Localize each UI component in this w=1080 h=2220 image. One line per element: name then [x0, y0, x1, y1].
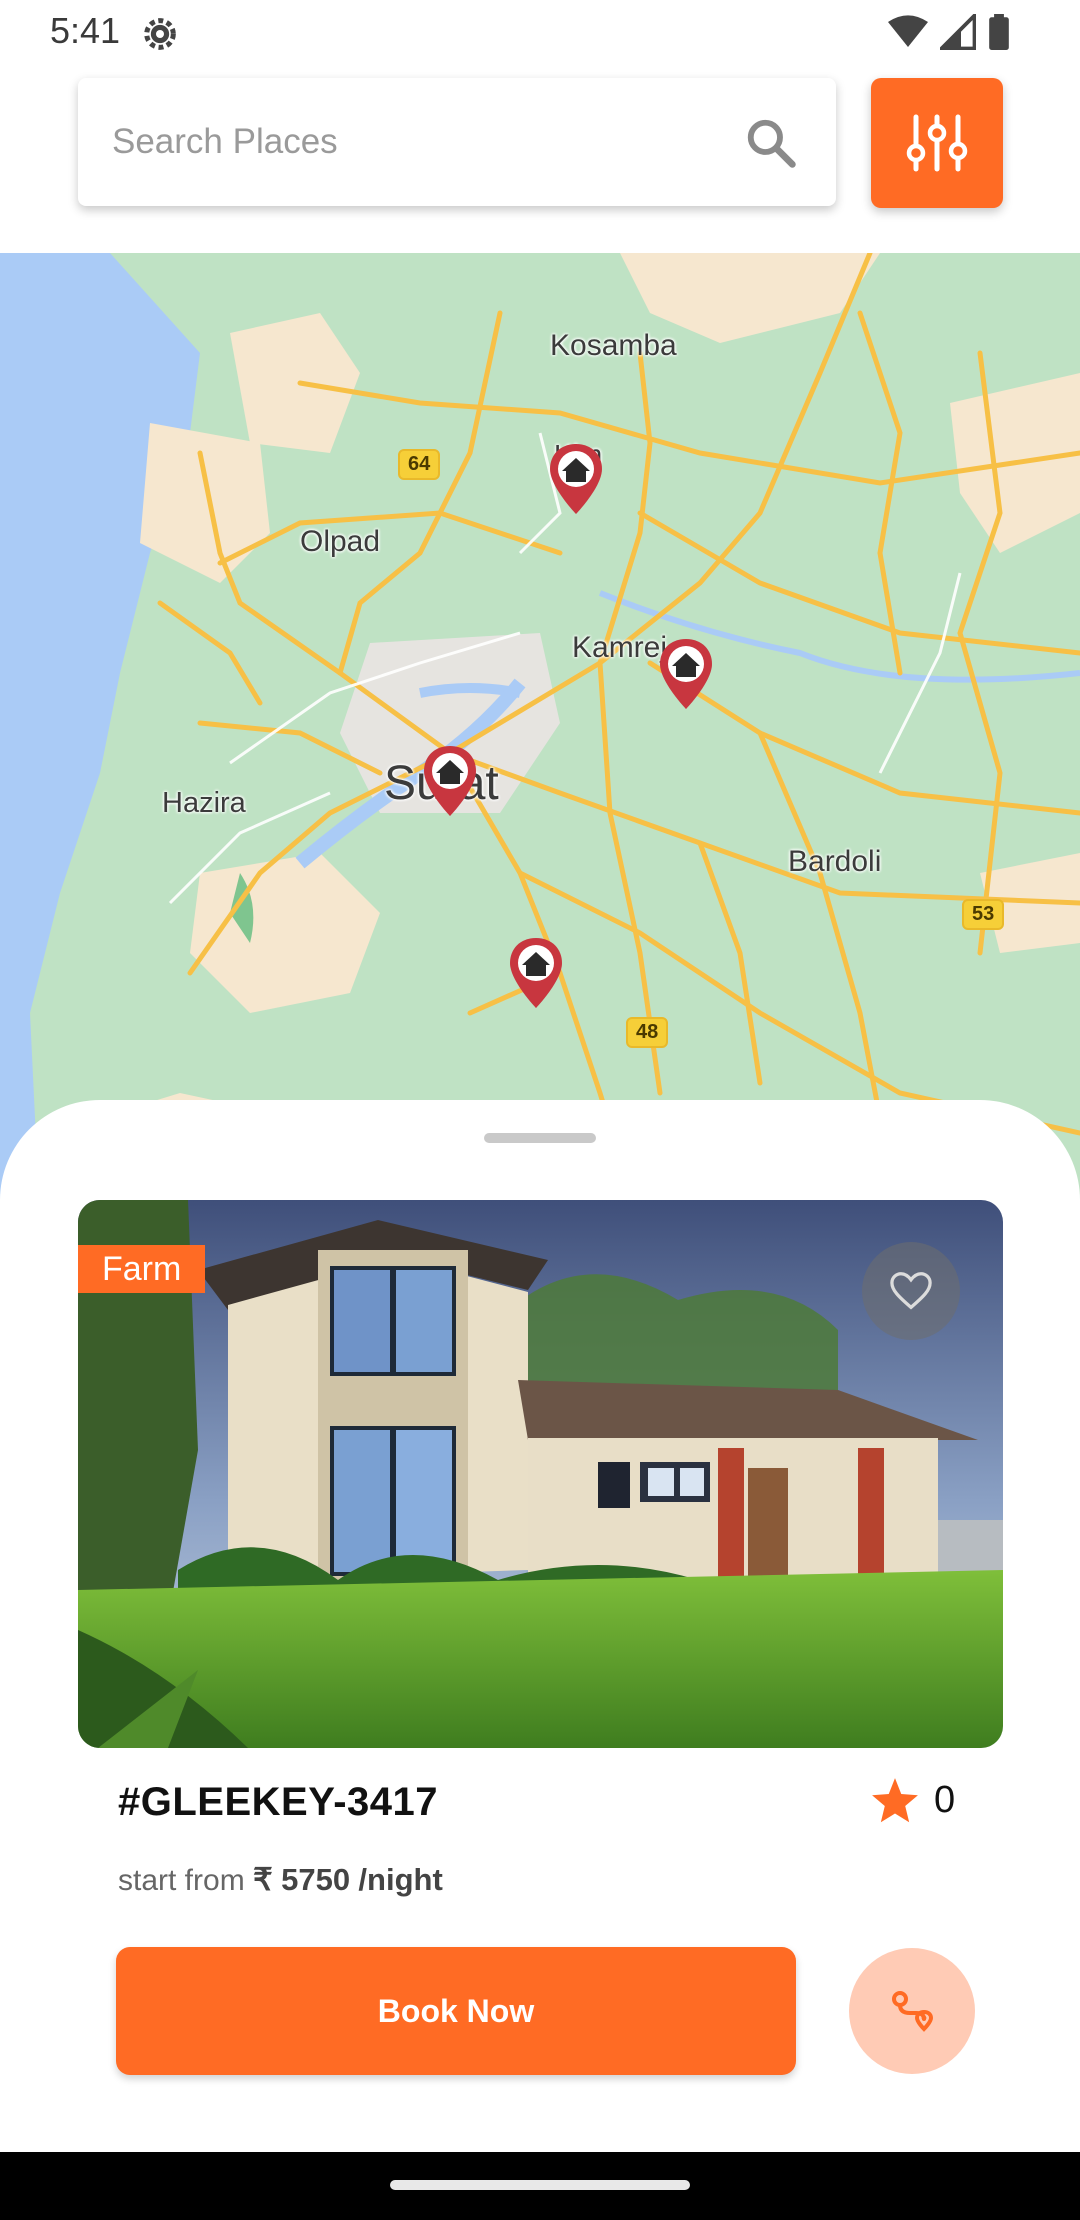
route-icon — [892, 1991, 934, 2032]
battery-icon — [989, 14, 1009, 50]
map-label-kamrej: Kamrej — [572, 631, 668, 664]
heart-icon — [890, 1272, 932, 1310]
listing-image[interactable]: Farm — [78, 1200, 1003, 1748]
signal-icon — [940, 14, 976, 50]
filter-button[interactable] — [871, 78, 1003, 208]
search-icon[interactable] — [744, 116, 798, 170]
listing-sheet: Farm #GLEEKEY-3417 0 start from ₹ 5750 /… — [0, 1100, 1080, 2152]
road-shield-48: 48 — [626, 1017, 669, 1048]
sliders-icon — [906, 114, 968, 172]
category-tag: Farm — [78, 1245, 206, 1293]
map-tiles — [0, 253, 1080, 1223]
status-bar: 5:41 — [0, 0, 1080, 66]
map-label-kosamba: Kosamba — [550, 329, 677, 362]
listing-title: #GLEEKEY-3417 — [118, 1780, 438, 1824]
status-icons — [888, 14, 1010, 50]
map-label-bardoli: Bardoli — [788, 845, 882, 878]
price-prefix: start from — [118, 1864, 245, 1897]
map-label-olpad: Olpad — [300, 525, 381, 558]
favorite-button[interactable] — [862, 1242, 960, 1340]
system-nav-bar — [0, 2152, 1080, 2220]
search-box[interactable] — [78, 78, 836, 206]
map-label-hazira: Hazira — [162, 787, 246, 819]
star-icon — [872, 1778, 918, 1823]
wifi-icon — [888, 15, 928, 48]
road-shield-64: 64 — [398, 449, 441, 480]
status-time: 5:41 — [50, 10, 121, 51]
gear-icon — [144, 18, 176, 50]
price-currency: ₹ — [253, 1862, 273, 1897]
home-marker[interactable] — [658, 637, 714, 711]
book-now-button[interactable]: Book Now — [116, 1947, 796, 2075]
rating: 0 — [870, 1776, 955, 1824]
home-marker[interactable] — [422, 744, 478, 818]
map-view[interactable]: Kosamba Olpad Kim Kamrej Hazira Surat Ba… — [0, 253, 1080, 1223]
price-value: 5750 — [281, 1862, 351, 1897]
home-marker[interactable] — [548, 442, 604, 516]
road-shield-53: 53 — [962, 899, 1005, 930]
home-marker[interactable] — [508, 936, 564, 1010]
directions-button[interactable] — [849, 1948, 975, 2074]
search-input[interactable] — [112, 78, 732, 206]
drag-handle[interactable] — [484, 1133, 596, 1143]
home-gesture-pill[interactable] — [390, 2180, 690, 2190]
rating-value: 0 — [934, 1778, 956, 1821]
price-line: start from ₹ 5750 /night — [118, 1862, 443, 1898]
price-suffix: /night — [358, 1862, 443, 1897]
